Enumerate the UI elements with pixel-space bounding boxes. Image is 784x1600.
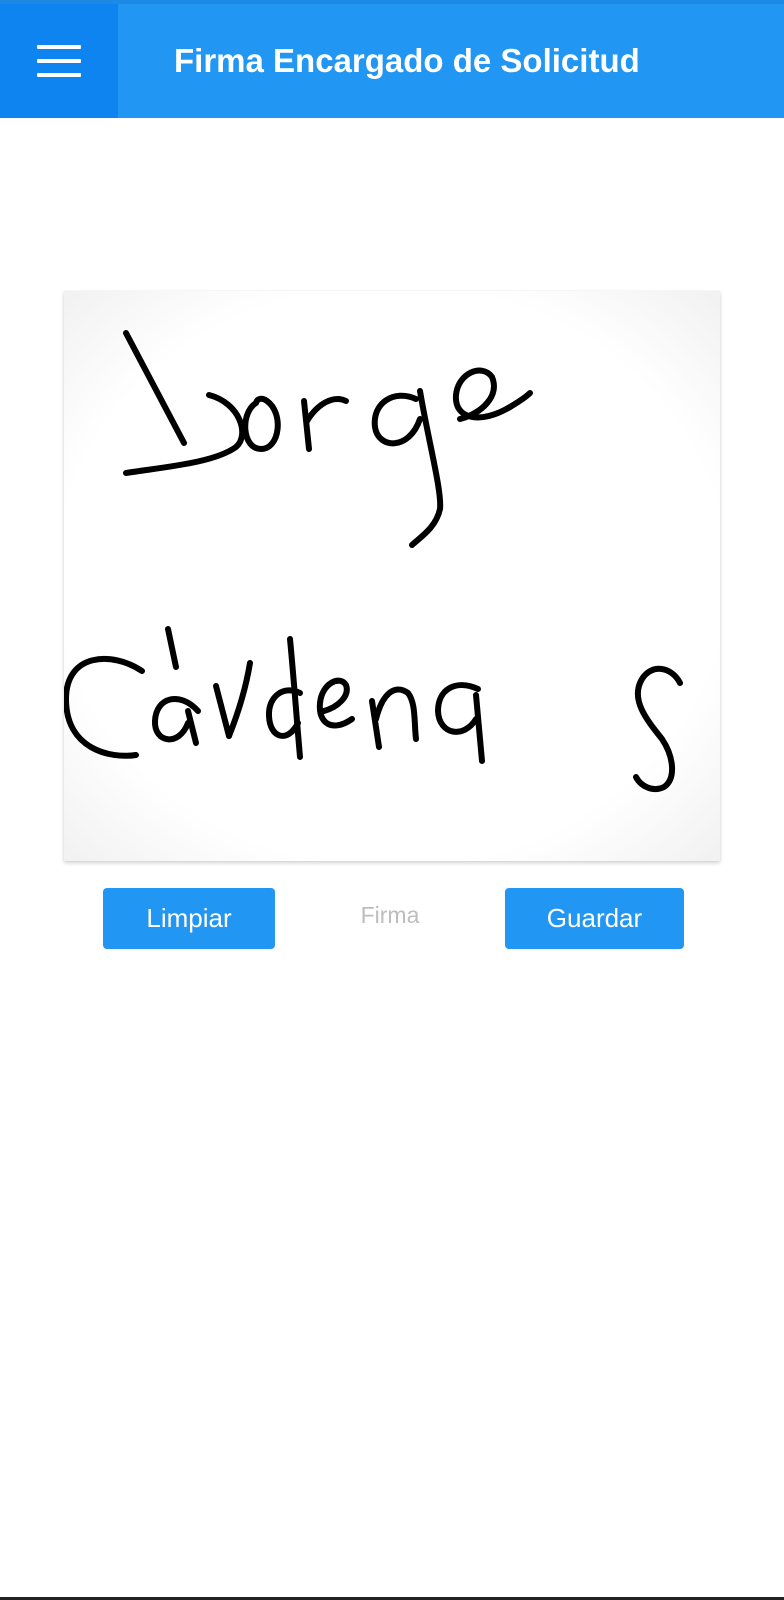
signature-pad[interactable] [64, 291, 720, 861]
page-title: Firma Encargado de Solicitud [174, 42, 640, 79]
signature-drawing [64, 330, 683, 793]
hamburger-menu-icon [37, 45, 81, 77]
menu-button[interactable] [0, 4, 118, 118]
clear-button[interactable]: Limpiar [103, 888, 275, 949]
save-button[interactable]: Guardar [505, 888, 684, 949]
signature-screen: Firma Encargado de Solicitud Limpiar Fir… [0, 0, 784, 1600]
signature-caption: Firma [360, 902, 420, 928]
app-bar: Firma Encargado de Solicitud [0, 0, 784, 118]
